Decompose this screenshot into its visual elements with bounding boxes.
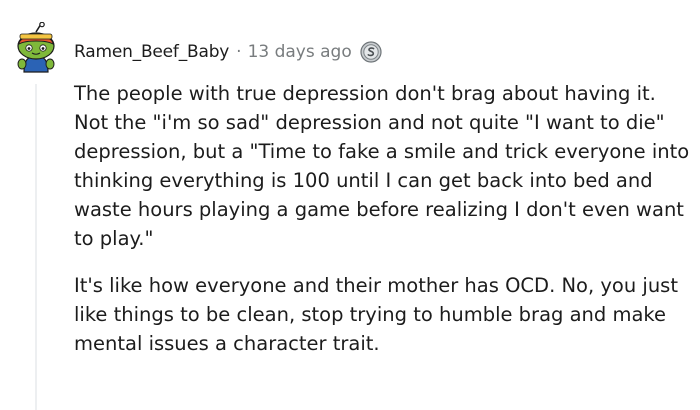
meta-separator: · [236, 42, 242, 62]
timestamp-link[interactable]: 13 days ago [248, 42, 352, 62]
snoo-avatar-icon[interactable] [12, 21, 60, 74]
comment-paragraph: The people with true depression don't br… [74, 82, 690, 250]
comment-body: The people with true depression don't br… [74, 79, 696, 358]
username-link[interactable]: Ramen_Beef_Baby [74, 42, 229, 62]
comment-header: Ramen_Beef_Baby · 13 days ago [74, 38, 382, 66]
thread-collapse-line[interactable] [35, 84, 37, 410]
comment: Ramen_Beef_Baby · 13 days ago The people… [0, 0, 700, 410]
silver-award-icon[interactable] [360, 41, 382, 63]
comment-paragraph: It's like how everyone and their mother … [74, 274, 678, 355]
